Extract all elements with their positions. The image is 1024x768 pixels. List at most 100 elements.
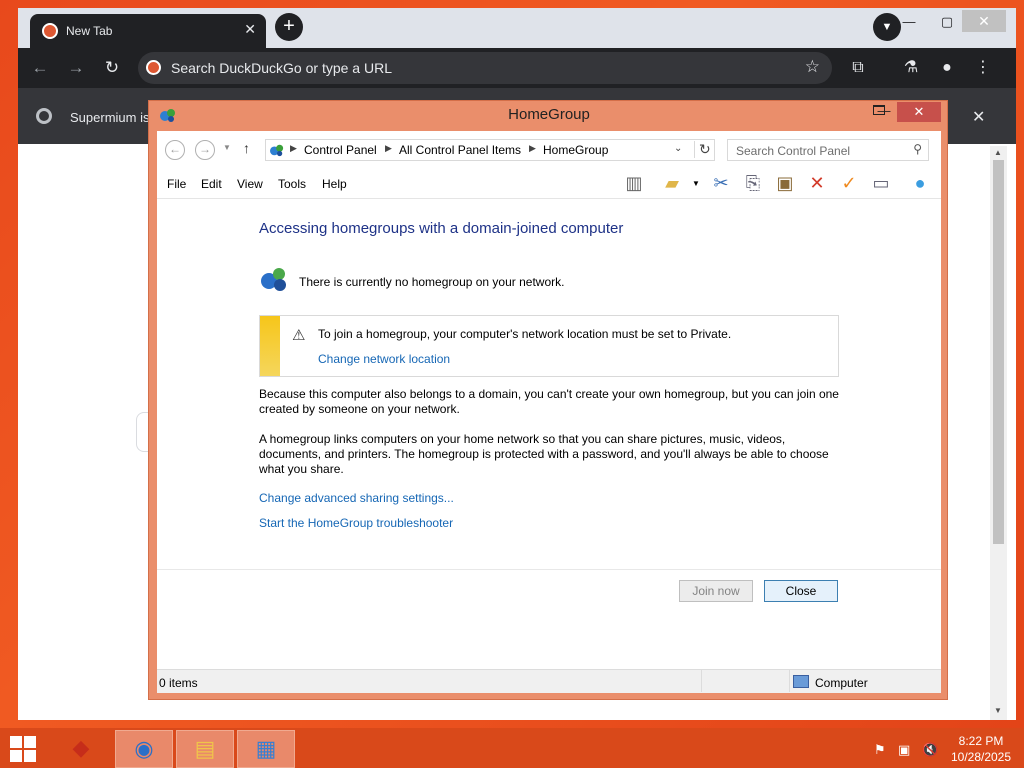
breadcrumb-homegroup[interactable]: HomeGroup (543, 143, 608, 157)
address-row: ← → ▼ ↑ ▶ Control Panel ▶ All Control Pa… (157, 131, 941, 167)
homegroup-paragraph-line2: documents, and printers. The homegroup i… (259, 447, 829, 461)
computer-icon (793, 675, 809, 688)
warning-panel: ⚠ To join a homegroup, your computer's n… (259, 315, 839, 377)
menu-edit[interactable]: Edit (201, 177, 222, 191)
infobar-close-icon[interactable]: ✕ (972, 107, 985, 127)
paste-icon[interactable]: ▣ (772, 171, 798, 195)
clock[interactable]: 8:22 PM 10/28/2025 (946, 733, 1016, 765)
troubleshooter-link[interactable]: Start the HomeGroup troubleshooter (259, 516, 453, 530)
bookmark-star-icon[interactable]: ☆ (805, 57, 820, 77)
scroll-up-icon[interactable]: ▲ (994, 148, 1002, 157)
menu-dots-icon[interactable]: ⋮ (972, 58, 994, 80)
taskbar: ◆ ◉ ▤ ▦ ⚑ ▣ 🔇 8:22 PM 10/28/2025 (0, 728, 1024, 768)
taskbar-browser-icon[interactable]: ◉ (115, 730, 173, 768)
homegroup-paragraph-line1: A homegroup links computers on your home… (259, 432, 786, 446)
properties-icon[interactable]: ▭ (868, 171, 894, 195)
search-box[interactable]: Search Control Panel ⚲ (727, 139, 929, 161)
windows-logo-icon (24, 736, 36, 748)
refresh-icon[interactable]: ↻ (694, 141, 711, 158)
taskbar-app-red-icon[interactable]: ◆ (52, 730, 110, 768)
menu-help[interactable]: Help (322, 177, 347, 191)
chevron-right-icon[interactable]: ▶ (529, 143, 536, 154)
tab-title: New Tab (66, 24, 113, 38)
omnibox-placeholder: Search DuckDuckGo or type a URL (171, 60, 392, 76)
recent-locations-icon[interactable]: ▼ (223, 143, 231, 152)
windows-logo-icon (10, 736, 22, 748)
folder-options-icon[interactable]: ▰ (659, 171, 685, 195)
check-icon[interactable]: ✓ (836, 171, 862, 195)
warning-icon: ⚠ (292, 327, 306, 344)
change-network-location-link[interactable]: Change network location (318, 352, 450, 366)
page-scrollbar[interactable]: ▲ ▼ (990, 146, 1007, 720)
start-button[interactable] (10, 736, 36, 762)
zone-label: Computer (815, 676, 868, 690)
reload-icon[interactable]: ↻ (101, 58, 123, 80)
browser-toolbar: ← → ↻ Search DuckDuckGo or type a URL ☆ … (18, 48, 1016, 88)
menu-file[interactable]: File (167, 177, 186, 191)
infobar-message: Supermium is (70, 110, 150, 125)
search-icon[interactable]: ⚲ (913, 142, 922, 156)
homegroup-paragraph-line3: what you share. (259, 462, 344, 476)
forward-icon[interactable]: → (195, 140, 215, 160)
layout-pane-icon[interactable]: ▥ (621, 171, 647, 195)
cut-icon[interactable]: ✂ (708, 171, 734, 195)
up-arrow-icon[interactable]: ↑ (243, 140, 250, 156)
address-dropdown-icon[interactable]: ⌄ (674, 143, 682, 154)
scrollbar-thumb[interactable] (993, 160, 1004, 544)
labs-flask-icon[interactable]: ⚗ (900, 58, 922, 80)
profile-icon[interactable]: ● (936, 58, 958, 80)
maximize-icon[interactable]: ▢ (932, 12, 962, 34)
action-center-flag-icon[interactable]: ⚑ (874, 742, 886, 758)
chevron-down-icon[interactable]: ▼ (692, 179, 700, 188)
button-row: Join now Close (157, 569, 941, 669)
delete-icon[interactable]: ✕ (804, 171, 830, 195)
taskbar-explorer-icon[interactable]: ▤ (176, 730, 234, 768)
extensions-icon[interactable]: ⧉ (847, 58, 869, 80)
windows-logo-icon (24, 750, 36, 762)
chevron-right-icon[interactable]: ▶ (385, 143, 392, 154)
homegroup-icon (270, 144, 284, 157)
menu-tools[interactable]: Tools (278, 177, 306, 191)
chevron-right-icon[interactable]: ▶ (290, 143, 297, 154)
supermium-logo-icon (36, 108, 52, 124)
tab-strip: New Tab ✕ + ▼ — ▢ ✕ (18, 8, 1016, 48)
browser-close-button[interactable]: ✕ (962, 10, 1006, 32)
domain-paragraph-line1: Because this computer also belongs to a … (259, 387, 839, 401)
domain-paragraph-line2: created by someone on your network. (259, 402, 460, 416)
minimize-icon[interactable]: — (894, 12, 924, 34)
duckduckgo-icon (42, 23, 58, 39)
forward-icon[interactable]: → (65, 58, 87, 80)
close-button[interactable]: Close (764, 580, 838, 602)
address-bar[interactable]: ▶ Control Panel ▶ All Control Panel Item… (265, 139, 715, 161)
tab-new-tab[interactable]: New Tab ✕ (30, 14, 266, 48)
status-bar: 0 items Computer (157, 669, 941, 693)
window-title: HomeGroup (508, 106, 590, 123)
scroll-down-icon[interactable]: ▼ (994, 706, 1002, 715)
back-icon[interactable]: ← (165, 140, 185, 160)
globe-icon[interactable]: ● (907, 171, 933, 195)
menu-bar: File Edit View Tools Help ▥ ▰ ▼ ✂ ⎘ ▣ ✕ … (157, 167, 941, 199)
warning-text: To join a homegroup, your computer's net… (318, 327, 732, 341)
tab-close-icon[interactable]: ✕ (244, 21, 256, 38)
advanced-sharing-link[interactable]: Change advanced sharing settings... (259, 491, 454, 505)
copy-icon[interactable]: ⎘ (740, 171, 766, 195)
homegroup-icon (261, 268, 286, 291)
network-icon[interactable]: ▣ (898, 742, 910, 758)
join-now-button[interactable]: Join now (679, 580, 753, 602)
maximize-icon[interactable] (873, 105, 885, 115)
page-heading: Accessing homegroups with a domain-joine… (259, 220, 624, 237)
new-tab-button[interactable]: + (275, 13, 303, 41)
breadcrumb-control-panel[interactable]: Control Panel (304, 143, 377, 157)
search-placeholder: Search Control Panel (736, 144, 851, 158)
volume-muted-icon[interactable]: 🔇 (922, 742, 938, 758)
window-close-button[interactable]: ✕ (897, 102, 941, 122)
menu-view[interactable]: View (237, 177, 263, 191)
status-divider (701, 670, 702, 692)
clock-time: 8:22 PM (958, 734, 1004, 748)
main-content: Accessing homegroups with a domain-joine… (157, 199, 941, 569)
status-divider (789, 670, 790, 692)
back-icon[interactable]: ← (29, 58, 51, 80)
omnibox[interactable]: Search DuckDuckGo or type a URL ☆ (138, 52, 832, 84)
breadcrumb-all-items[interactable]: All Control Panel Items (399, 143, 521, 157)
taskbar-control-panel-icon[interactable]: ▦ (237, 730, 295, 768)
